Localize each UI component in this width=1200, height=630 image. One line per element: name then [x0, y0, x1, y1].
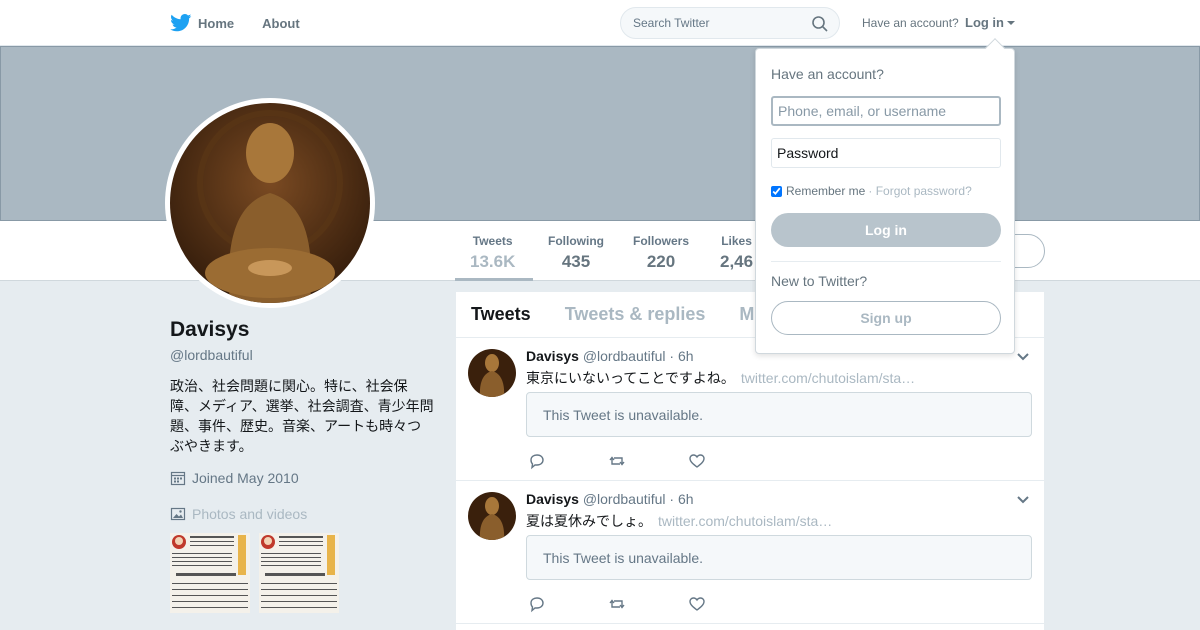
home-link[interactable]: Home [170, 14, 234, 32]
like-heart-icon[interactable] [688, 452, 706, 470]
tweet-avatar[interactable] [468, 492, 516, 540]
buddha-statue-image [170, 103, 370, 303]
stat-following[interactable]: Following 435 [548, 234, 604, 272]
retweet-icon[interactable] [608, 595, 626, 613]
login-dropdown: Have an account? Remember me · Forgot pa… [755, 38, 1015, 354]
tweet-link[interactable]: twitter.com/chutoislam/sta… [741, 370, 915, 386]
stat-label: Followers [633, 234, 690, 248]
login-button[interactable]: Log in [771, 213, 1001, 247]
remember-me-checkbox[interactable] [771, 185, 782, 197]
tweet-item[interactable]: Davisys @lordbautiful · 6h 東京にいないってことですよ… [456, 338, 1044, 481]
search-input[interactable] [621, 8, 801, 38]
tweet-avatar[interactable] [468, 349, 516, 397]
profile-name[interactable]: Davisys [170, 318, 249, 342]
unavailable-quote-card: This Tweet is unavailable. [526, 535, 1032, 580]
remember-me-label: Remember me [786, 184, 866, 198]
profile-handle[interactable]: @lordbautiful [170, 347, 253, 363]
tweet-timestamp[interactable]: · 6h [669, 491, 693, 507]
newspaper-clip-image [259, 533, 339, 613]
top-navigation-bar: Home About Have an account? Log in [0, 0, 1200, 46]
reply-icon[interactable] [528, 595, 546, 613]
stat-value: 13.6K [470, 252, 516, 271]
search-icon[interactable] [811, 15, 829, 33]
tweet-link[interactable]: twitter.com/chutoislam/sta… [658, 513, 832, 529]
tweet-text-content: 夏は夏休みでしょ。 [526, 513, 652, 529]
stat-label: Following [548, 234, 604, 248]
remember-me: Remember me · Forgot password? [771, 184, 972, 198]
tweet-actions [528, 595, 768, 613]
about-link[interactable]: About [262, 16, 300, 31]
active-stat-underline [455, 278, 533, 281]
have-account-text: Have an account? [862, 16, 959, 30]
tweet-item[interactable]: Davisys @lordbautiful · 6h 夏は夏休みでしょ。 twit… [456, 481, 1044, 624]
twitter-bird-icon [170, 14, 192, 32]
calendar-icon [170, 471, 186, 486]
reply-icon[interactable] [528, 452, 546, 470]
signup-button[interactable]: Sign up [771, 301, 1001, 335]
photos-and-videos-link[interactable]: Photos and videos [170, 506, 307, 522]
tab-media[interactable]: M [739, 304, 754, 325]
dropdown-title: Have an account? [771, 66, 884, 82]
tweet-header: Davisys @lordbautiful · 6h [526, 491, 694, 507]
image-icon [170, 507, 186, 521]
photo-thumbnail[interactable] [170, 533, 250, 613]
stat-followers[interactable]: Followers 220 [633, 234, 689, 272]
chevron-down-icon[interactable] [1016, 352, 1030, 362]
tweet-author-handle[interactable]: @lordbautiful [583, 348, 666, 364]
photo-thumbnail[interactable] [259, 533, 339, 613]
home-label: Home [198, 15, 235, 31]
login-dropdown-toggle[interactable]: Log in [965, 15, 1015, 30]
buddha-avatar-image [468, 492, 516, 540]
tweet-author-handle[interactable]: @lordbautiful [583, 491, 666, 507]
tweet-text-content: 東京にいないってことですよね。 [526, 370, 735, 386]
chevron-down-icon[interactable] [1016, 495, 1030, 505]
stat-value: 435 [561, 252, 591, 271]
forgot-password-link[interactable]: · Forgot password? [868, 184, 971, 198]
buddha-avatar-image [468, 349, 516, 397]
profile-bio: 政治、社会問題に関心。特に、社会保障、メディア、選挙、社会調査、青少年問題、事件… [170, 378, 434, 454]
username-field[interactable] [771, 96, 1001, 126]
avatar-image [170, 103, 370, 303]
stat-label: Likes [721, 234, 752, 248]
tweet-author-name[interactable]: Davisys [526, 491, 579, 507]
newspaper-clip-image [170, 533, 250, 613]
tweet-author-name[interactable]: Davisys [526, 348, 579, 364]
password-field[interactable] [771, 138, 1001, 168]
unavailable-quote-card: This Tweet is unavailable. [526, 392, 1032, 437]
joined-date: Joined May 2010 [170, 470, 299, 486]
photos-label-text: Photos and videos [192, 506, 308, 522]
stat-likes[interactable]: Likes 2,46 [720, 234, 753, 272]
joined-text: Joined May 2010 [192, 470, 299, 486]
caret-down-icon [1007, 20, 1015, 25]
tweet-timestamp[interactable]: · 6h [669, 348, 693, 364]
tweet-actions [528, 452, 768, 470]
tweet-text: 夏は夏休みでしょ。 twitter.com/chutoislam/sta… [526, 511, 832, 531]
stat-value: 220 [646, 252, 676, 271]
search-box [620, 7, 840, 39]
profile-avatar[interactable] [165, 98, 375, 308]
login-label: Log in [965, 15, 1004, 30]
stat-label: Tweets [472, 234, 513, 248]
tweet-header: Davisys @lordbautiful · 6h [526, 348, 694, 364]
new-to-twitter-text: New to Twitter? [771, 273, 868, 289]
nav-left: Home About [170, 0, 328, 46]
stat-value: 2,46 [720, 252, 754, 271]
retweet-icon[interactable] [608, 452, 626, 470]
stat-tweets[interactable]: Tweets 13.6K [470, 234, 515, 272]
tweet-text: 東京にいないってことですよね。 twitter.com/chutoislam/st… [526, 368, 915, 388]
tab-tweets-and-replies[interactable]: Tweets & replies [565, 304, 706, 325]
divider [771, 261, 1001, 262]
tab-tweets[interactable]: Tweets [471, 304, 531, 325]
like-heart-icon[interactable] [688, 595, 706, 613]
